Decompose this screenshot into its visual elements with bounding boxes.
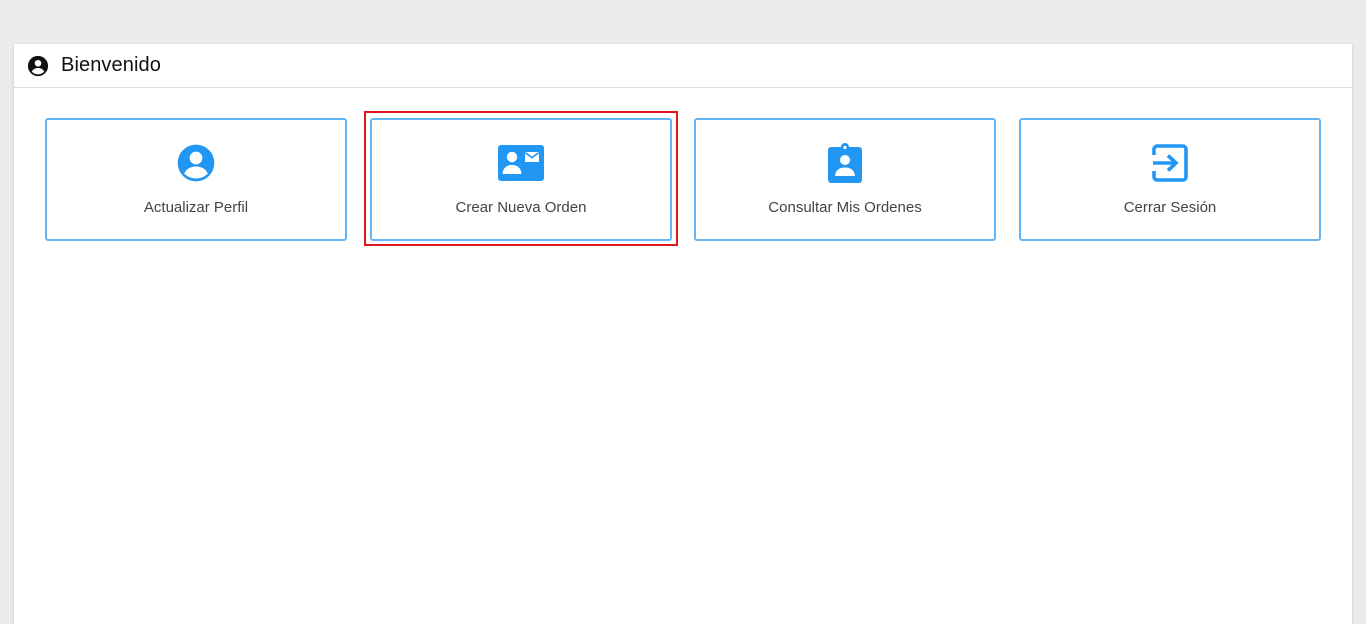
tile-label: Actualizar Perfil	[143, 199, 249, 216]
welcome-card: Bienvenido Actualizar Perfil Crear Nueva…	[14, 44, 1352, 624]
exit-to-app-icon	[1147, 142, 1193, 184]
account-circle-icon	[173, 142, 219, 184]
tile-label: Consultar Mis Ordenes	[768, 199, 922, 216]
account-circle-icon	[27, 55, 49, 77]
contact-mail-icon	[498, 142, 544, 184]
clipboard-account-icon	[822, 142, 868, 184]
view-orders-button[interactable]: Consultar Mis Ordenes	[694, 118, 996, 241]
page-title: Bienvenido	[61, 54, 161, 76]
card-header: Bienvenido	[14, 44, 1352, 88]
create-order-button[interactable]: Crear Nueva Orden	[370, 118, 672, 241]
menu-tiles: Actualizar Perfil Crear Nueva Orden Cons…	[45, 118, 1321, 241]
update-profile-button[interactable]: Actualizar Perfil	[45, 118, 347, 241]
logout-button[interactable]: Cerrar Sesión	[1019, 118, 1321, 241]
tile-label: Crear Nueva Orden	[455, 199, 587, 216]
tile-label: Cerrar Sesión	[1123, 199, 1217, 216]
